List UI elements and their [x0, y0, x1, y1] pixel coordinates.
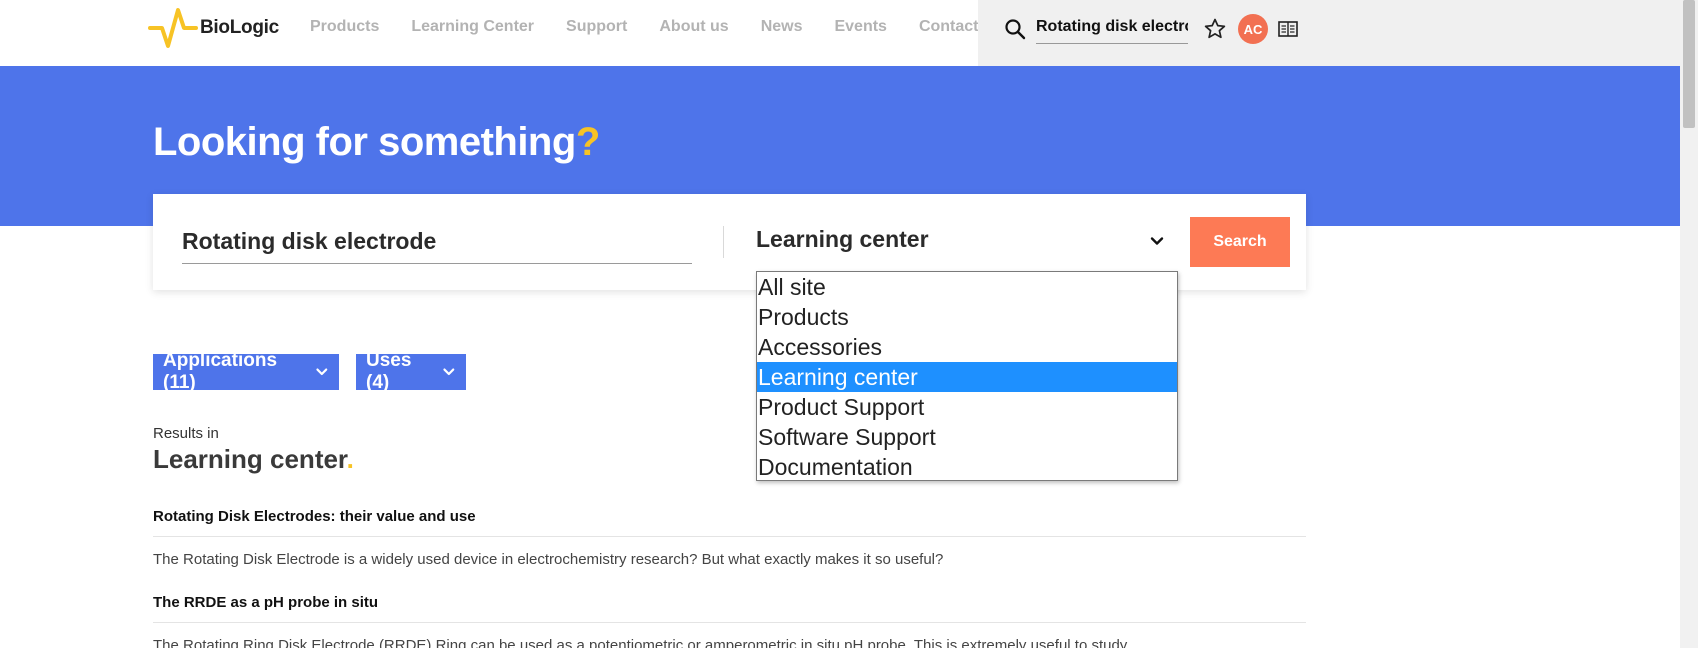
reader-mode-icon[interactable] [1277, 18, 1299, 40]
nav-learning-center[interactable]: Learning Center [411, 18, 534, 36]
favorite-star-icon[interactable] [1203, 17, 1227, 41]
nav-events[interactable]: Events [834, 18, 886, 36]
logo-text: BioLogic [200, 17, 279, 38]
user-avatar[interactable]: AC [1238, 14, 1268, 44]
scope-select-value: Learning center [756, 226, 929, 252]
result-divider [153, 536, 1306, 537]
result-description: The Rotating Disk Electrode is a widely … [153, 551, 944, 568]
scope-option-product-support[interactable]: Product Support [757, 392, 1177, 422]
uses-filter-button[interactable]: Uses (4) [356, 350, 466, 393]
search-icon[interactable] [1003, 17, 1027, 41]
main-search-input[interactable] [182, 220, 692, 264]
chevron-down-icon [443, 368, 455, 376]
scope-option-software-support[interactable]: Software Support [757, 422, 1177, 452]
logo-wave-icon [148, 8, 198, 48]
main-nav: Products Learning Center Support About u… [310, 18, 1011, 36]
nav-about-us[interactable]: About us [659, 18, 728, 36]
panel-divider [723, 226, 724, 258]
scope-option-all-site[interactable]: All site [757, 272, 1177, 302]
scope-option-documentation[interactable]: Documentation [757, 452, 1177, 482]
result-divider [153, 622, 1306, 623]
results-heading-text: Learning center [153, 444, 347, 474]
results-heading-mark: . [346, 444, 354, 474]
scope-select[interactable]: Learning center [756, 226, 1166, 260]
hero-title-mark: ? [575, 120, 600, 164]
uses-filter-label: Uses (4) [366, 350, 412, 393]
nav-contact[interactable]: Contact [919, 18, 979, 36]
nav-support[interactable]: Support [566, 18, 627, 36]
scrollbar-thumb[interactable] [1683, 0, 1695, 128]
results-in-label: Results in [153, 425, 219, 442]
chevron-down-icon [1150, 237, 1164, 245]
hero-title-text: Looking for something [153, 120, 576, 164]
result-title[interactable]: Rotating Disk Electrodes: their value an… [153, 508, 476, 525]
scope-option-accessories[interactable]: Accessories [757, 332, 1177, 362]
scope-dropdown-list: All site Products Accessories Learning c… [756, 271, 1178, 481]
chevron-down-icon [316, 368, 328, 376]
nav-news[interactable]: News [761, 18, 803, 36]
header-search-input[interactable]: Rotating disk electro [1036, 16, 1188, 44]
scope-option-products[interactable]: Products [757, 302, 1177, 332]
scope-option-learning-center[interactable]: Learning center [757, 362, 1177, 392]
result-description: The Rotating Ring Disk Electrode (RRDE) … [153, 637, 1128, 648]
hero-title: Looking for something? [153, 120, 600, 165]
result-title[interactable]: The RRDE as a pH probe in situ [153, 594, 378, 611]
search-button[interactable]: Search [1190, 217, 1290, 267]
applications-filter-button[interactable]: Applications (11) [153, 350, 339, 393]
results-heading: Learning center. [153, 444, 354, 475]
applications-filter-label: Applications (11) [163, 350, 278, 393]
nav-products[interactable]: Products [310, 18, 379, 36]
biologic-logo[interactable]: BioLogic [148, 6, 279, 50]
